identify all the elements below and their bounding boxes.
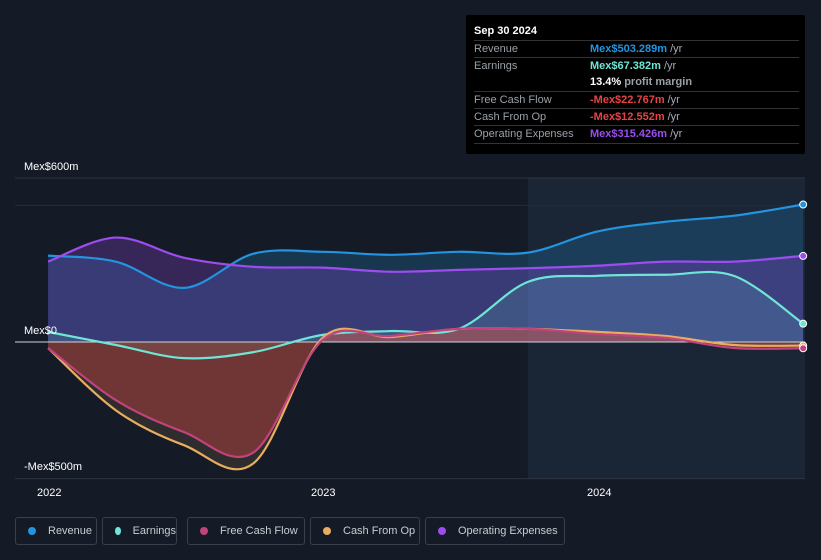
tooltip-row-cfo: Cash From Op -Mex$12.552m/yr	[474, 108, 799, 126]
row-value: -Mex$12.552m	[590, 111, 665, 123]
tooltip-row-opex: Operating Expenses Mex$315.426m/yr	[474, 125, 799, 144]
row-unit: /yr	[667, 94, 680, 106]
row-unit: profit margin	[624, 76, 693, 88]
row-value: -Mex$22.767m	[590, 94, 665, 106]
row-value: Mex$503.289m	[590, 43, 668, 55]
x-tick-label: 2023	[311, 487, 335, 499]
row-value: 13.4%	[590, 76, 622, 88]
x-tick-label: 2022	[37, 487, 61, 499]
legend-operating-expenses[interactable]: Operating Expenses	[425, 517, 565, 545]
row-unit: /yr	[670, 43, 683, 55]
legend-label: Revenue	[48, 525, 93, 537]
legend-label: Free Cash Flow	[220, 525, 298, 537]
earnings-dot-icon	[115, 527, 121, 535]
revenue-end-point[interactable]	[799, 200, 808, 209]
y-tick-label: -Mex$500m	[24, 461, 82, 473]
y-tick-label: Mex$0	[24, 325, 57, 337]
row-value: Mex$67.382m	[590, 60, 661, 72]
row-value: Mex$315.426m	[590, 128, 668, 140]
opex-dot-icon	[438, 527, 446, 535]
legend-label: Earnings	[132, 525, 176, 537]
y-tick-label: Mex$600m	[24, 161, 78, 173]
legend-label: Operating Expenses	[458, 525, 558, 537]
tooltip: Sep 30 2024 Revenue Mex$503.289m/yr Earni…	[466, 15, 805, 154]
row-label: Free Cash Flow	[474, 94, 552, 106]
fcf-dot-icon	[200, 527, 208, 535]
row-label: Earnings	[474, 60, 518, 72]
legend-revenue[interactable]: Revenue	[15, 517, 97, 545]
x-tick-label: 2024	[587, 487, 611, 499]
operating-expenses-end-point[interactable]	[799, 251, 808, 260]
row-label: Revenue	[474, 43, 519, 55]
legend-free-cash-flow[interactable]: Free Cash Flow	[187, 517, 305, 545]
legend-label: Cash From Op	[343, 525, 416, 537]
revenue-dot-icon	[28, 527, 36, 535]
row-unit: /yr	[663, 60, 677, 72]
row-unit: /yr	[667, 111, 680, 123]
tooltip-row-fcf: Free Cash Flow -Mex$22.767m/yr	[474, 91, 799, 109]
earnings-end-point[interactable]	[799, 319, 808, 328]
legend-cash-from-op[interactable]: Cash From Op	[310, 517, 420, 545]
row-unit: /yr	[670, 128, 683, 140]
row-label: Cash From Op	[474, 111, 547, 123]
tooltip-row-margin: 13.4% profit margin	[474, 74, 799, 91]
row-label: Operating Expenses	[474, 128, 574, 140]
tooltip-row-earnings: Earnings Mex$67.382m/yr	[474, 57, 799, 75]
tooltip-date: Sep 30 2024	[474, 25, 537, 37]
legend-earnings[interactable]: Earnings	[102, 517, 177, 545]
cfo-dot-icon	[323, 527, 331, 535]
tooltip-row-revenue: Revenue Mex$503.289m/yr	[474, 40, 799, 58]
free-cash-flow-end-point[interactable]	[799, 344, 808, 353]
